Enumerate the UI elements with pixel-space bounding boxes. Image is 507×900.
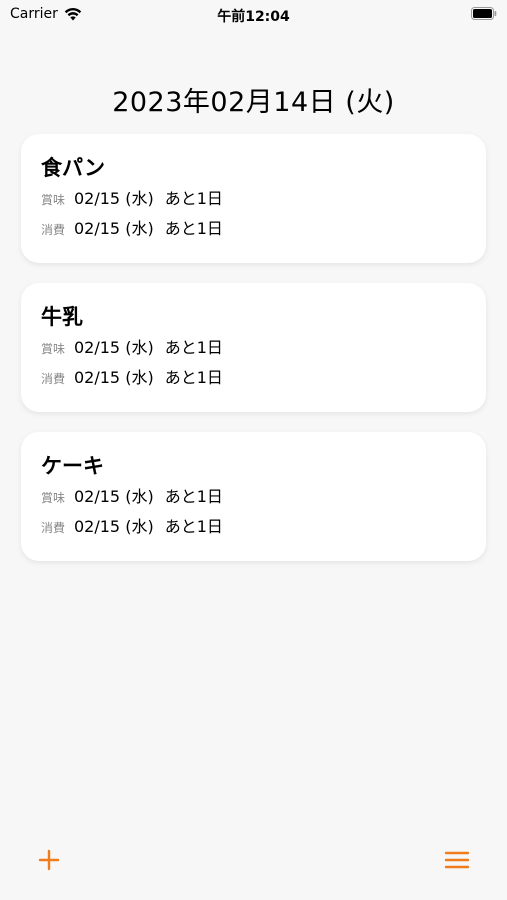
- best-before-date: 02/15 (水): [74, 487, 154, 506]
- battery-icon: [471, 7, 497, 20]
- bottom-toolbar: [0, 840, 507, 880]
- current-date-title: 2023年02月14日 (火): [112, 87, 395, 118]
- best-before-remaining: あと1日: [164, 189, 223, 208]
- use-by-label: 消費: [41, 521, 66, 535]
- use-by-label: 消費: [41, 223, 66, 237]
- best-before-label: 賞味: [41, 491, 66, 505]
- use-by-date: 02/15 (水): [74, 219, 154, 238]
- best-before-label: 賞味: [41, 193, 66, 207]
- use-by-remaining: あと1日: [164, 219, 223, 238]
- best-before-row: 賞味 02/15 (水) あと1日: [41, 184, 466, 214]
- best-before-date: 02/15 (水): [74, 338, 154, 357]
- use-by-date: 02/15 (水): [74, 517, 154, 536]
- best-before-label: 賞味: [41, 342, 66, 356]
- item-card-shokupan[interactable]: 食パン 賞味 02/15 (水) あと1日 消費 02/15 (水) あと1日: [21, 134, 486, 263]
- use-by-row: 消費 02/15 (水) あと1日: [41, 512, 466, 542]
- use-by-label: 消費: [41, 372, 66, 386]
- plus-icon[interactable]: [37, 848, 61, 872]
- item-name: ケーキ: [41, 454, 104, 478]
- use-by-remaining: あと1日: [164, 517, 223, 536]
- use-by-date: 02/15 (水): [74, 368, 154, 387]
- item-name: 牛乳: [41, 305, 83, 329]
- best-before-row: 賞味 02/15 (水) あと1日: [41, 482, 466, 512]
- item-list: 食パン 賞味 02/15 (水) あと1日 消費 02/15 (水) あと1日 …: [21, 134, 486, 581]
- best-before-date: 02/15 (水): [74, 189, 154, 208]
- best-before-remaining: あと1日: [164, 338, 223, 357]
- use-by-row: 消費 02/15 (水) あと1日: [41, 214, 466, 244]
- best-before-row: 賞味 02/15 (水) あと1日: [41, 333, 466, 363]
- item-card-gyunyu[interactable]: 牛乳 賞味 02/15 (水) あと1日 消費 02/15 (水) あと1日: [21, 283, 486, 412]
- hamburger-menu-icon[interactable]: [444, 848, 470, 872]
- item-card-cake[interactable]: ケーキ 賞味 02/15 (水) あと1日 消費 02/15 (水) あと1日: [21, 432, 486, 561]
- use-by-row: 消費 02/15 (水) あと1日: [41, 363, 466, 393]
- item-name: 食パン: [41, 156, 106, 180]
- status-bar: Carrier 午前12:04: [0, 0, 507, 30]
- use-by-remaining: あと1日: [164, 368, 223, 387]
- status-time: 午前12:04: [217, 9, 290, 25]
- best-before-remaining: あと1日: [164, 487, 223, 506]
